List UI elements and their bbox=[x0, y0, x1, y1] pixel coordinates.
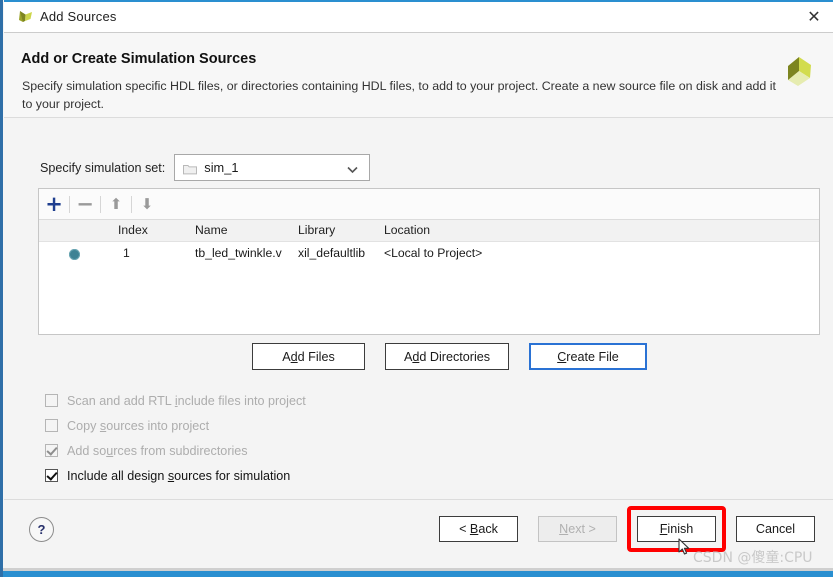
table-header-row: Index Name Library Location bbox=[39, 220, 819, 242]
add-source-button[interactable]: + bbox=[39, 191, 69, 217]
checkbox-include-all-design-sources[interactable] bbox=[45, 469, 58, 482]
next-button: Next > bbox=[538, 516, 617, 542]
option-label: Include all design sources for simulatio… bbox=[67, 468, 291, 483]
options-list: Scan and add RTL include files into proj… bbox=[45, 388, 306, 488]
option-add-subdirectories[interactable]: Add sources from subdirectories bbox=[45, 438, 306, 463]
page-title: Add or Create Simulation Sources bbox=[21, 51, 257, 67]
wizard-header: Add or Create Simulation Sources Specify… bbox=[4, 33, 833, 118]
window-frame-left bbox=[0, 0, 3, 577]
checkbox-copy-sources[interactable] bbox=[45, 419, 58, 432]
remove-source-button[interactable]: − bbox=[70, 191, 100, 217]
file-status-icon bbox=[69, 249, 80, 260]
source-action-buttons: Add Files Add Directories Create File bbox=[252, 343, 647, 370]
checkbox-scan-rtl-include[interactable] bbox=[45, 394, 58, 407]
folder-icon bbox=[183, 162, 198, 175]
minus-icon: − bbox=[76, 191, 94, 216]
create-file-button[interactable]: Create File bbox=[529, 343, 647, 370]
add-directories-button[interactable]: Add Directories bbox=[385, 343, 509, 370]
close-icon[interactable]: ✕ bbox=[803, 7, 825, 27]
column-header-location: Location bbox=[384, 223, 431, 237]
finish-button[interactable]: Finish bbox=[637, 516, 716, 542]
move-up-button[interactable]: ⬆ bbox=[101, 191, 131, 217]
column-header-name: Name bbox=[195, 223, 228, 237]
option-scan-rtl-include[interactable]: Scan and add RTL include files into proj… bbox=[45, 388, 306, 413]
cell-name: tb_led_twinkle.v bbox=[195, 246, 282, 260]
cancel-button[interactable]: Cancel bbox=[736, 516, 815, 542]
add-sources-dialog: Add Sources ✕ Add or Create Simulation S… bbox=[0, 0, 833, 577]
simulation-set-value: sim_1 bbox=[204, 160, 239, 175]
simulation-set-combobox[interactable]: sim_1 bbox=[174, 154, 371, 181]
simulation-set-row: Specify simulation set: sim_1 bbox=[40, 154, 371, 181]
xilinx-logo-icon bbox=[777, 53, 823, 99]
cell-library: xil_defaultlib bbox=[298, 246, 366, 260]
column-header-library: Library bbox=[298, 223, 336, 237]
dialog-body: Specify simulation set: sim_1 + − ⬆ ⬇ In… bbox=[4, 118, 833, 499]
vivado-logo-icon bbox=[17, 9, 35, 26]
option-copy-sources[interactable]: Copy sources into project bbox=[45, 413, 306, 438]
help-button[interactable]: ? bbox=[29, 517, 54, 542]
column-header-index: Index bbox=[118, 223, 148, 237]
window-title: Add Sources bbox=[40, 9, 117, 24]
arrow-up-icon: ⬆ bbox=[109, 194, 123, 213]
chevron-down-icon[interactable] bbox=[347, 162, 358, 174]
option-label: Add sources from subdirectories bbox=[67, 443, 248, 458]
cell-index: 1 bbox=[123, 246, 130, 260]
source-file-panel: + − ⬆ ⬇ Index Name Library Location 1 tb… bbox=[38, 188, 820, 335]
option-label: Scan and add RTL include files into proj… bbox=[67, 393, 306, 408]
back-button[interactable]: < Back bbox=[439, 516, 518, 542]
option-include-all-design-sources[interactable]: Include all design sources for simulatio… bbox=[45, 463, 306, 488]
title-bar: Add Sources ✕ bbox=[4, 2, 833, 33]
window-frame-bottom bbox=[3, 571, 833, 577]
checkbox-add-subdirectories[interactable] bbox=[45, 444, 58, 457]
file-toolbar: + − ⬆ ⬇ bbox=[39, 189, 819, 220]
wizard-footer: ? < Back Next > Finish Cancel bbox=[4, 500, 833, 568]
page-description: Specify simulation specific HDL files, o… bbox=[22, 79, 776, 111]
table-row[interactable]: 1 tb_led_twinkle.v xil_defaultlib <Local… bbox=[39, 241, 819, 267]
simulation-set-label: Specify simulation set: bbox=[40, 160, 166, 175]
option-label: Copy sources into project bbox=[67, 418, 210, 433]
move-down-button[interactable]: ⬇ bbox=[132, 191, 162, 217]
cell-location: <Local to Project> bbox=[384, 246, 483, 260]
add-files-button[interactable]: Add Files bbox=[252, 343, 365, 370]
finish-button-wrapper: Finish bbox=[627, 506, 726, 552]
wizard-navigation: < Back Next > Finish Cancel bbox=[439, 506, 815, 552]
arrow-down-icon: ⬇ bbox=[140, 194, 154, 213]
plus-icon: + bbox=[45, 191, 63, 216]
